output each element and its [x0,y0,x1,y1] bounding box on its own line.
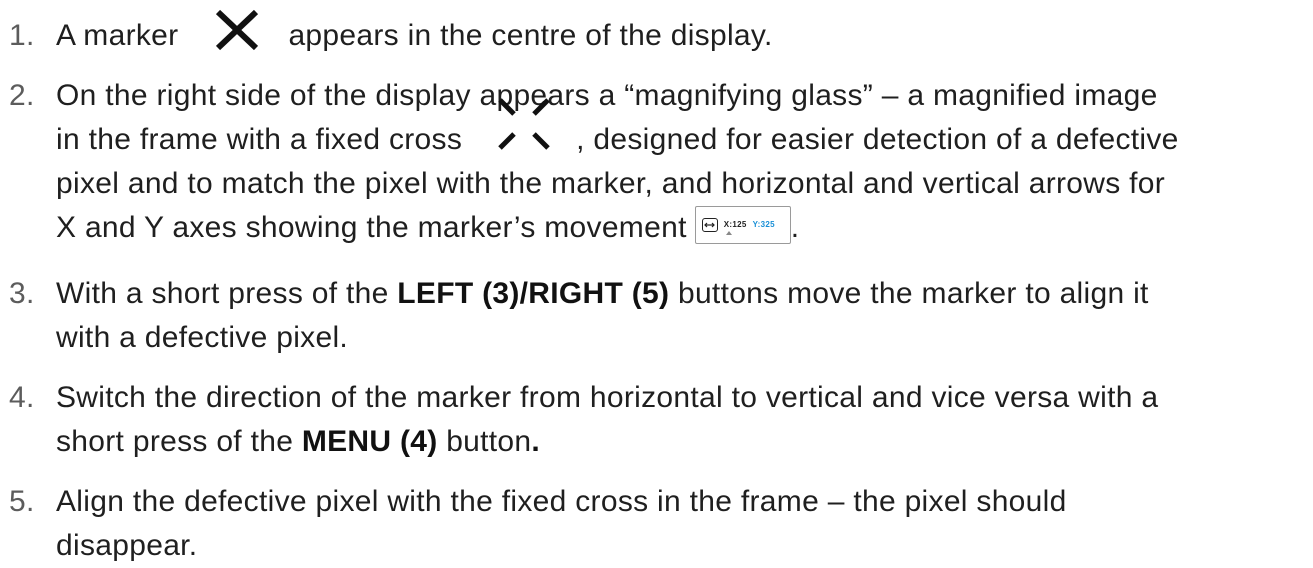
step-2-line-2-start: in the frame with a fixed cross [56,123,463,156]
menu-button-label: MENU (4) [301,425,438,458]
step-5-line-1: Align the defective pixel with the fixed… [56,485,1067,518]
step-3-line-1: With a short press of the LEFT (3)/RIGHT… [56,272,1308,316]
step-1-text-start: A marker [56,19,179,52]
step-4-text-end: button [437,425,532,458]
step-4-text-start: short press of the [56,425,302,458]
step-number: 2. [9,79,35,112]
step-2-line-3: pixel and to match the pixel with the ma… [56,167,1166,200]
arrow-box-icon [701,218,718,233]
left-right-buttons-label: LEFT (3)/RIGHT (5) [397,277,670,310]
step-3-line-2: with a defective pixel. [56,321,349,354]
step-2-line-2-end: , designed for easier detection of a def… [576,123,1179,156]
step-2-line-1: On the right side of the display appears… [56,79,1158,112]
step-number: 3. [9,277,35,310]
marker-x-icon [214,8,260,52]
step-2-line-4-end: . [790,211,800,244]
step-5-line-2: disappear. [56,529,198,562]
step-number: 4. [9,381,35,414]
step-4-line-1: Switch the direction of the marker from … [56,381,1159,414]
step-text: With a short press of the LEFT (3)/RIGHT… [56,272,1308,360]
step-3-text-start: With a short press of the [56,277,398,310]
fixed-cross-icon [496,96,552,150]
step-4-line-2: short press of the MENU (4) button. [56,420,1308,464]
step-2-line-2: in the frame with a fixed cross , designe… [56,98,1308,162]
step-3-text-end: buttons move the marker to align it [669,277,1149,310]
step-2-line-4: X and Y axes showing the marker’s moveme… [56,206,1308,250]
step-number: 1. [9,19,35,52]
step-4-period: . [531,425,541,458]
instruction-list: 1. A marker appears in the centre of the … [0,0,1313,562]
x-coordinate: X:125 [723,220,747,236]
step-text: Align the defective pixel with the fixed… [56,480,1308,568]
step-2-line-4-text: X and Y axes showing the marker’s moveme… [56,211,687,244]
coordinate-badge: X:125 Y:325 [694,206,791,245]
step-text: On the right side of the display appears… [56,74,1308,250]
step-text: A marker appears in the centre of the dis… [56,9,1308,58]
y-coordinate: Y:325 [752,220,775,230]
step-1-text-end: appears in the centre of the display. [288,19,773,52]
step-number: 5. [9,485,35,518]
step-text: Switch the direction of the marker from … [56,376,1308,464]
